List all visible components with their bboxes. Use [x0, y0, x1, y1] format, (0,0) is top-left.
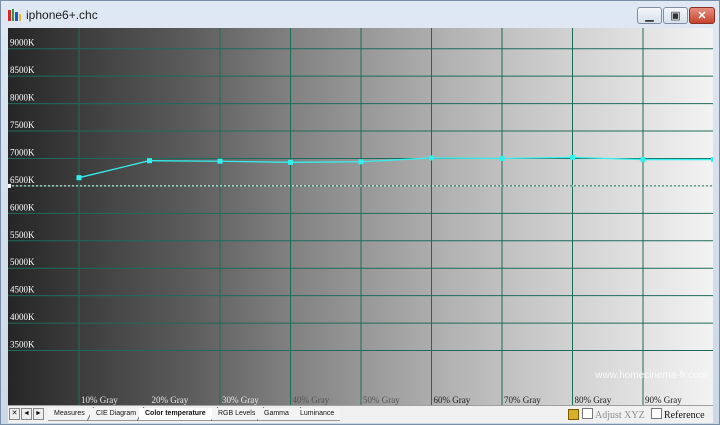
title-bar[interactable]: iphone6+.chc ▁ ▣ ✕: [1, 1, 719, 29]
x-tick-label: 40% Gray: [293, 395, 330, 405]
data-point: [640, 157, 646, 163]
y-tick-label: 8000K: [10, 93, 35, 103]
x-tick-label: 30% Gray: [222, 395, 259, 405]
app-icon: [8, 9, 21, 21]
tab-luminance[interactable]: Luminance: [294, 408, 341, 421]
close-icon: ✕: [697, 10, 707, 22]
y-tick-label: 5500K: [10, 230, 35, 240]
window-title: iphone6+.chc: [26, 8, 98, 22]
watermark: www.homecinema-fr.com: [594, 370, 707, 381]
data-point: [358, 159, 364, 165]
reference-label: Reference: [664, 410, 705, 421]
maximize-icon: ▣: [670, 10, 681, 22]
data-point: [711, 157, 713, 163]
app-window: iphone6+.chc ▁ ▣ ✕ 3500K 4000K 4500K 5000K 5…: [0, 0, 720, 425]
y-tick-label: 7500K: [10, 120, 35, 130]
series-line: [78, 156, 713, 179]
x-tick-label: 10% Gray: [81, 395, 118, 405]
nav-prev-glyph: ◄: [23, 410, 30, 417]
y-tick-label: 6500K: [10, 175, 35, 185]
y-tick-label: 4000K: [10, 312, 35, 322]
tab-cie-diagram[interactable]: CIE Diagram: [90, 408, 143, 421]
nav-next-button[interactable]: ►: [33, 408, 44, 420]
x-tick-label: 50% Gray: [363, 395, 400, 405]
tab-rgb-levels[interactable]: RGB Levels: [212, 408, 262, 421]
reference-checkbox[interactable]: [651, 408, 662, 419]
data-point: [217, 158, 223, 164]
nav-close-button[interactable]: ✕: [9, 408, 20, 420]
x-tick-label: 70% Gray: [504, 395, 541, 405]
x-tick-label: 20% Gray: [152, 395, 189, 405]
adjust-xyz-checkbox[interactable]: [582, 408, 593, 419]
close-button[interactable]: ✕: [689, 7, 715, 24]
data-point: [288, 159, 293, 165]
tab-color-temperature[interactable]: Color temperature: [139, 408, 212, 421]
y-tick-label: 9000K: [10, 38, 35, 48]
tab-bar: ✕ ◄ ► Measures CIE Diagram Color tempera…: [8, 405, 713, 423]
x-tick-label: 90% Gray: [645, 395, 682, 405]
reference-marker: [8, 183, 11, 188]
color-temperature-chart: 3500K 4000K 4500K 5000K 5500K 6000K 6500K 7000K…: [8, 28, 713, 405]
y-tick-label: 5000K: [10, 257, 35, 267]
minimize-button[interactable]: ▁: [637, 7, 662, 24]
nav-next-glyph: ►: [35, 410, 42, 417]
adjust-xyz-label: Adjust XYZ: [595, 410, 645, 421]
minimize-icon: ▁: [645, 10, 654, 22]
x-tick-label: 80% Gray: [575, 395, 612, 405]
maximize-button[interactable]: ▣: [663, 7, 688, 24]
y-tick-label: 7000K: [10, 147, 35, 157]
tab-measures[interactable]: Measures: [48, 408, 91, 421]
data-point: [429, 155, 434, 161]
data-point: [147, 158, 152, 164]
y-tick-label: 4500K: [10, 285, 35, 295]
y-tick-label: 6000K: [10, 202, 35, 212]
adjust-xyz-option[interactable]: Adjust XYZ: [582, 408, 645, 421]
tab-gamma[interactable]: Gamma: [258, 408, 295, 421]
chart-svg: 3500K 4000K 4500K 5000K 5500K 6000K 6500K 7000K…: [8, 28, 713, 405]
y-tick-label: 3500K: [10, 340, 35, 350]
nav-close-glyph: ✕: [11, 410, 18, 417]
data-point: [76, 175, 82, 181]
data-point: [570, 154, 575, 160]
adjust-xyz-icon: [568, 409, 579, 420]
x-tick-label: 60% Gray: [434, 395, 471, 405]
data-point: [499, 155, 505, 161]
y-tick-label: 8500K: [10, 65, 35, 75]
nav-prev-button[interactable]: ◄: [21, 408, 32, 420]
reference-option[interactable]: Reference: [651, 408, 705, 421]
